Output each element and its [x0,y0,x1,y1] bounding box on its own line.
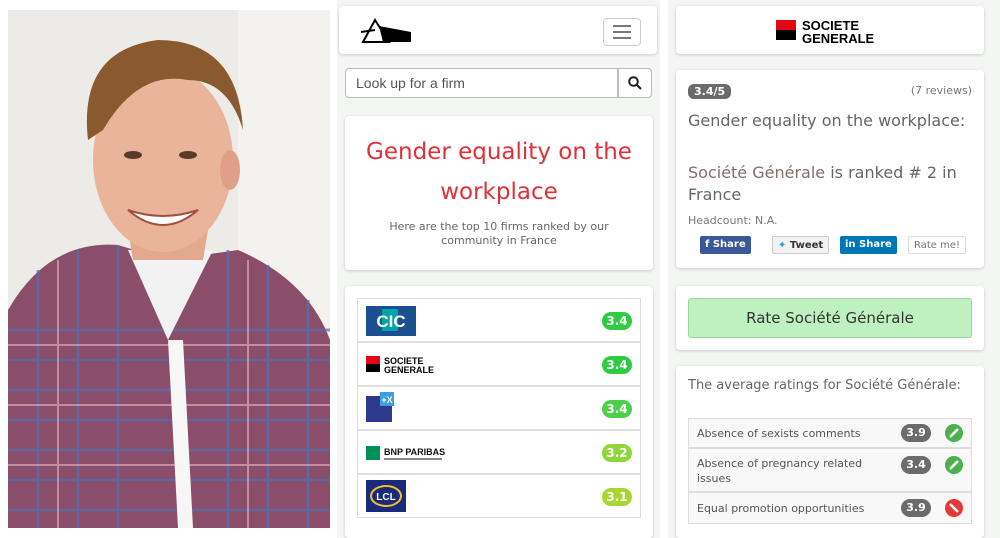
average-ratings-card: The average ratings for Société Générale… [676,366,984,538]
twitter-icon: ✦ [778,240,790,251]
svg-text:LCL: LCL [376,492,395,503]
pencil-green-icon[interactable] [945,456,963,474]
criterion-label: Equal promotion opportunities [697,502,865,515]
menu-toggle-button[interactable] [603,18,641,46]
banque-populaire-logo: +X [366,392,396,422]
search-icon [628,76,642,90]
score-badge: 3.2 [602,444,632,462]
firm-search-input[interactable]: Look up for a firm [345,68,618,98]
menu-bar [613,37,631,39]
twitter-tweet-label: Tweet [789,240,824,251]
profile-photo [8,10,330,528]
score-badge: 3.4 [602,312,632,330]
menu-bar [613,31,631,33]
svg-text:CIC: CIC [376,312,405,331]
pencil-green-icon[interactable] [945,424,963,442]
no-red-icon[interactable] [945,499,963,517]
cic-logo: CIC [366,306,416,336]
score-badge: 3.4 [602,400,632,418]
ranking-row[interactable]: SOCIETE GENERALE 3.4 [357,342,641,386]
twitter-tweet-button[interactable]: ✦ Tweet [772,236,830,254]
hero-card: Gender equality on the workplace Here ar… [345,116,653,270]
linkedin-share-label: Share [859,239,892,250]
score-badge: 3.4 [602,356,632,374]
brand-header: SOCIETE GENERALE [676,6,984,54]
score-badge: 3.1 [602,488,632,506]
ranking-row[interactable]: CIC 3.4 [357,298,641,342]
menu-bar [613,25,631,27]
site-logo[interactable] [360,18,413,48]
rate-firm-button[interactable]: Rate Société Générale [688,298,972,338]
criterion-label: Absence of sexists comments [697,427,861,440]
overall-rating-badge: 3.4/5 [688,84,732,99]
societe-generale-logo: SOCIETE GENERALE [366,354,456,384]
facebook-share-label: Share [712,239,746,250]
rate-me-button[interactable]: Rate me! [908,236,967,254]
ranking-row[interactable]: +X 3.4 [357,386,641,430]
ranking-panel: Look up for a firm Gender equality on th… [337,0,660,538]
svg-text:GENERALE: GENERALE [384,365,434,375]
headcount: Headcount: N.A. [688,214,778,227]
rating-criterion-row[interactable]: Equal promotion opportunities 3.9 [688,492,972,524]
firm-summary-card: 3.4/5 (7 reviews) Gender equality on the… [676,70,984,268]
firm-rank-text: Société Générale is ranked # 2 in France [688,162,978,206]
criterion-score: 3.9 [901,499,931,517]
facebook-icon: f [705,239,713,250]
linkedin-icon: in [845,239,860,250]
ranking-row[interactable]: LCL 3.1 [357,474,641,518]
average-ratings-title: The average ratings for Société Générale… [688,378,961,393]
review-count[interactable]: (7 reviews) [911,84,972,97]
search-button[interactable] [618,68,652,98]
linkedin-share-button[interactable]: in Share [840,236,897,254]
hero-subtitle: Here are the top 10 firms ranked by our … [389,220,609,247]
rating-criterion-row[interactable]: Absence of pregnancy related issues 3.4 [688,448,972,492]
hero-title: Gender equality on the workplace [366,139,632,205]
top-navbar [339,6,657,54]
lcl-logo: LCL [366,480,406,512]
firm-heading: Gender equality on the workplace: [688,111,966,130]
ranking-list: CIC 3.4 SOCIETE GENERALE 3.4 +X 3.4 BNP … [345,286,653,538]
svg-text:+X: +X [381,395,392,405]
rating-criterion-row[interactable]: Absence of sexists comments 3.9 [688,418,972,448]
firm-detail-panel: SOCIETE GENERALE 3.4/5 (7 reviews) Gende… [668,0,1000,538]
bnp-paribas-logo: BNP PARIBAS [366,443,456,473]
share-buttons: f Share ✦ Tweet in Share Rate me! [700,236,970,256]
rate-card: Rate Société Générale [676,286,984,350]
svg-text:GENERALE: GENERALE [802,31,875,46]
criterion-label: Absence of pregnancy related issues [697,457,863,485]
criterion-score: 3.4 [901,456,931,474]
svg-text:BNP PARIBAS: BNP PARIBAS [384,447,445,457]
societe-generale-brand-logo: SOCIETE GENERALE [776,18,875,46]
firm-name-link[interactable]: Société Générale [688,163,825,182]
facebook-share-button[interactable]: f Share [700,236,751,254]
criterion-score: 3.9 [901,424,931,442]
ranking-row[interactable]: BNP PARIBAS 3.2 [357,430,641,474]
